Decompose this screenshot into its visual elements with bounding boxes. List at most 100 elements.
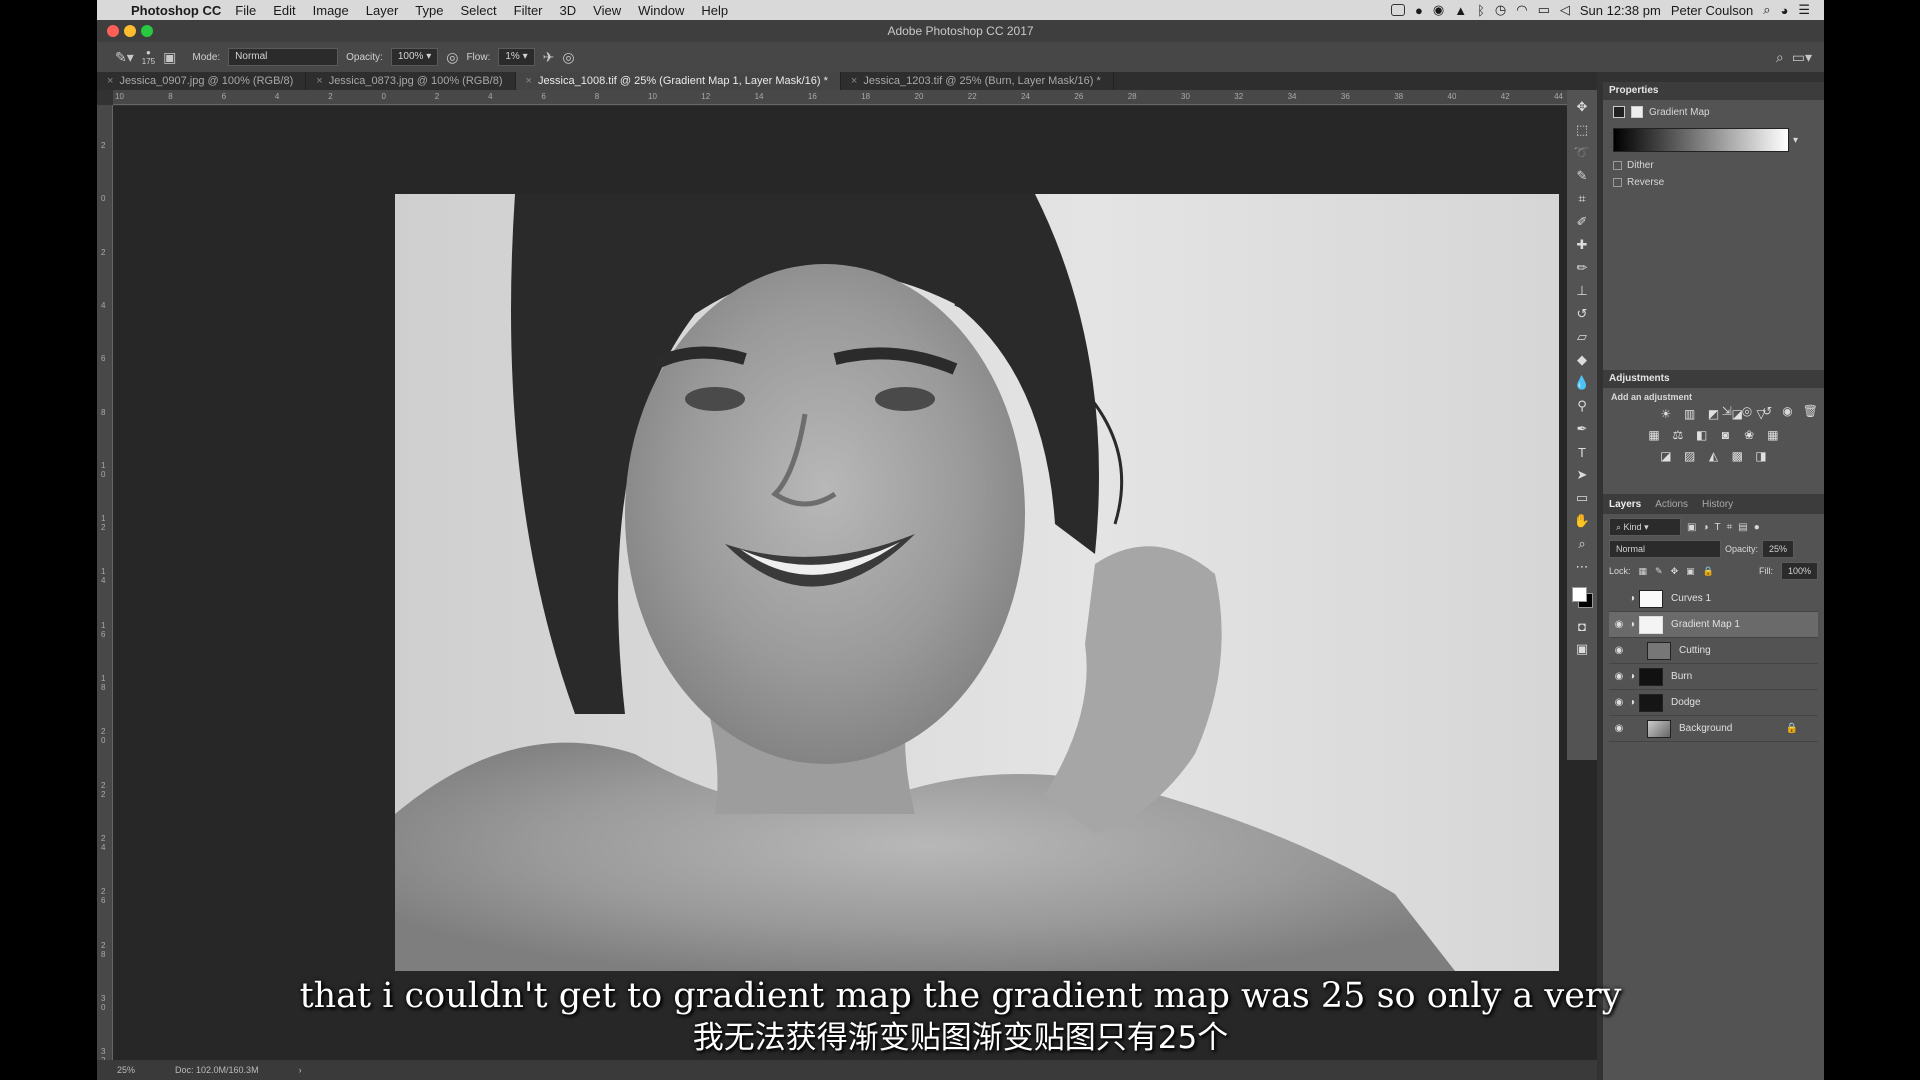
menu-edit[interactable]: Edit	[273, 3, 295, 18]
close-tab-icon[interactable]: ×	[851, 75, 857, 87]
layer-name[interactable]: Cutting	[1679, 645, 1711, 656]
marquee-tool-icon[interactable]: ⬚	[1571, 119, 1593, 141]
filter-toggle-icon[interactable]: ●	[1754, 522, 1760, 533]
layer-name[interactable]: Curves 1	[1671, 593, 1711, 604]
reverse-checkbox[interactable]	[1613, 178, 1622, 187]
menu-app-name[interactable]: Photoshop CC	[131, 3, 221, 18]
menu-view[interactable]: View	[593, 3, 621, 18]
eye-icon[interactable]: ◉	[1609, 645, 1629, 656]
brightness-contrast-icon[interactable]: ☀	[1659, 408, 1672, 421]
foreground-color-swatch[interactable]	[1572, 587, 1587, 602]
layer-name[interactable]: Background	[1679, 723, 1732, 734]
levels-icon[interactable]: ▥	[1683, 408, 1696, 421]
close-tab-icon[interactable]: ×	[526, 75, 532, 87]
type-tool-icon[interactable]: T	[1571, 441, 1593, 463]
siri-icon[interactable]: ◕	[1780, 3, 1788, 18]
close-tab-icon[interactable]: ×	[107, 75, 113, 87]
blur-tool-icon[interactable]: 💧	[1571, 372, 1593, 394]
tab-jessica-1203[interactable]: × Jessica_1203.tif @ 25% (Burn, Layer Mas…	[841, 72, 1114, 90]
color-lookup-icon[interactable]: ▦	[1766, 429, 1779, 442]
tab-jessica-1008[interactable]: × Jessica_1008.tif @ 25% (Gradient Map 1,…	[515, 72, 841, 90]
document-image[interactable]	[395, 194, 1559, 971]
black-white-icon[interactable]: ◧	[1695, 429, 1708, 442]
delete-icon[interactable]: 🗑	[1803, 404, 1818, 418]
zoom-window-button[interactable]	[141, 25, 153, 37]
filter-pixel-icon[interactable]: ▣	[1687, 522, 1696, 533]
layer-name[interactable]: Gradient Map 1	[1671, 619, 1740, 630]
brush-tool-preset-icon[interactable]: ✎▾	[115, 49, 134, 66]
brush-panel-icon[interactable]: ▣	[163, 49, 176, 66]
brush-size-picker[interactable]: ● 175	[142, 48, 155, 66]
invert-icon[interactable]: ◪	[1659, 450, 1672, 463]
airbrush-icon[interactable]: ✈	[543, 49, 555, 66]
lock-position-icon[interactable]: ✥	[1671, 566, 1679, 577]
layer-row-curves[interactable]: ◑ Curves 1	[1609, 586, 1818, 612]
pressure-opacity-icon[interactable]: ◎	[446, 49, 458, 66]
bluetooth-icon[interactable]: ᛒ	[1477, 3, 1485, 18]
layer-mask-thumbnail[interactable]	[1639, 667, 1664, 686]
filter-shape-icon[interactable]: ⌗	[1727, 522, 1733, 533]
lock-transparent-icon[interactable]: ▦	[1639, 566, 1648, 577]
time-machine-icon[interactable]: ◷	[1495, 2, 1506, 18]
mask-icon[interactable]	[1631, 106, 1643, 118]
lock-pixels-icon[interactable]: ✎	[1655, 566, 1663, 577]
eye-icon[interactable]: ◉	[1609, 697, 1629, 708]
color-swatches[interactable]	[1570, 585, 1594, 609]
menu-clock[interactable]: Sun 12:38 pm	[1580, 3, 1661, 18]
color-balance-icon[interactable]: ⚖	[1671, 429, 1684, 442]
menu-window[interactable]: Window	[638, 3, 684, 18]
layer-filter-dropdown[interactable]: ⌕ Kind ▾	[1609, 518, 1681, 536]
tab-jessica-0907[interactable]: × Jessica_0907.jpg @ 100% (RGB/8)	[97, 72, 307, 90]
menu-select[interactable]: Select	[460, 3, 496, 18]
dither-checkbox[interactable]	[1613, 161, 1622, 170]
layer-row-cutting[interactable]: ◉ Cutting	[1609, 638, 1818, 664]
hand-tool-icon[interactable]: ✋	[1571, 510, 1593, 532]
clone-stamp-tool-icon[interactable]: ⊥	[1571, 280, 1593, 302]
layer-row-burn[interactable]: ◉ ◑ Burn	[1609, 664, 1818, 690]
layer-thumbnail[interactable]	[1647, 641, 1671, 660]
gradient-dropdown-icon[interactable]: ▾	[1793, 135, 1798, 146]
layer-row-background[interactable]: ◉ Background 🔒	[1609, 716, 1818, 742]
eyedropper-tool-icon[interactable]: ✐	[1571, 211, 1593, 233]
tab-history[interactable]: History	[1702, 499, 1733, 510]
brush-tool-icon[interactable]: ✏	[1571, 257, 1593, 279]
workspace-icon[interactable]: ▭▾	[1792, 49, 1812, 66]
menu-user[interactable]: Peter Coulson	[1671, 3, 1753, 18]
close-window-button[interactable]	[107, 25, 119, 37]
status-menu-arrow-icon[interactable]: ›	[299, 1065, 302, 1075]
threshold-icon[interactable]: ◭	[1707, 450, 1720, 463]
status-icon-1[interactable]: ●	[1415, 3, 1423, 18]
crop-tool-icon[interactable]: ⌗	[1571, 188, 1593, 210]
tab-jessica-0873[interactable]: × Jessica_0873.jpg @ 100% (RGB/8)	[306, 72, 516, 90]
airplay-icon[interactable]: ▭	[1538, 2, 1550, 18]
adjustments-panel-title[interactable]: Adjustments	[1603, 370, 1824, 388]
filter-type-icon[interactable]: T	[1715, 522, 1721, 533]
menu-image[interactable]: Image	[313, 3, 349, 18]
layer-name[interactable]: Burn	[1671, 671, 1692, 682]
minimize-window-button[interactable]	[124, 25, 136, 37]
layer-name[interactable]: Dodge	[1671, 697, 1700, 708]
visibility-toggle-icon[interactable]: ◉	[1782, 404, 1792, 418]
properties-panel-title[interactable]: Properties	[1603, 82, 1824, 100]
search-icon[interactable]: ⌕	[1776, 49, 1784, 66]
mode-dropdown[interactable]: Normal	[228, 48, 339, 66]
exposure-icon[interactable]: ◪	[1731, 408, 1744, 421]
menu-type[interactable]: Type	[415, 3, 443, 18]
gradient-preview-bar[interactable]	[1613, 128, 1789, 152]
opacity-field[interactable]: 100% ▾	[390, 48, 439, 66]
layer-row-dodge[interactable]: ◉ ◑ Dodge	[1609, 690, 1818, 716]
eraser-tool-icon[interactable]: ▱	[1571, 326, 1593, 348]
fill-field[interactable]: 100%	[1780, 562, 1818, 580]
eye-icon[interactable]: ◉	[1609, 671, 1629, 682]
paint-bucket-tool-icon[interactable]: ◆	[1571, 349, 1593, 371]
close-tab-icon[interactable]: ×	[316, 75, 322, 87]
drive-icon[interactable]: ▲	[1454, 3, 1467, 18]
horizontal-ruler[interactable]: 10 8 6 4 2 0 2 4 6 8 10 12 14 16 18 20 22 24 26 28 30 32 34 36 3…	[113, 90, 1597, 105]
eye-icon[interactable]: ◉	[1609, 723, 1629, 734]
move-tool-icon[interactable]: ✥	[1571, 96, 1593, 118]
pressure-size-icon[interactable]: ◎	[562, 49, 574, 66]
layer-row-gradient-map[interactable]: ◉ ◑ Gradient Map 1	[1609, 612, 1818, 638]
tab-layers[interactable]: Layers	[1609, 499, 1641, 510]
wifi-icon[interactable]: ◠	[1516, 2, 1527, 18]
notification-center-icon[interactable]: ☰	[1798, 2, 1810, 18]
